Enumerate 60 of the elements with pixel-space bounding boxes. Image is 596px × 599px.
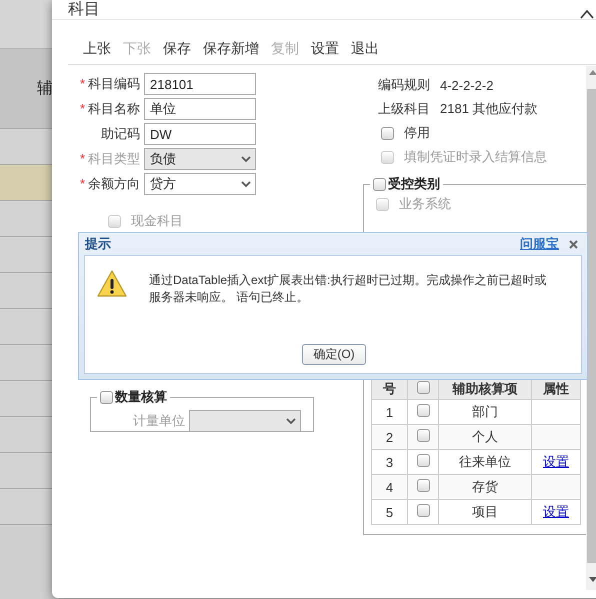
checkbox[interactable] [416, 429, 430, 442]
checkbox[interactable] [416, 479, 430, 492]
toolbar-button[interactable]: 保存新增 [203, 40, 259, 58]
fieldset-legend: 受控类别 [388, 175, 440, 193]
info-label: 上级科目 [378, 100, 430, 118]
column-header-text: 辅 [37, 79, 53, 99]
table-cell: 往来单位 [438, 450, 532, 474]
table-cell: 2 [372, 424, 408, 450]
checkbox-label: 停用 [404, 124, 430, 142]
warning-icon [97, 270, 127, 297]
select-field[interactable]: 贷方 [144, 173, 256, 195]
input-field[interactable]: DW [144, 123, 256, 145]
toolbar-button[interactable]: 设置 [311, 40, 339, 58]
table-cell: 1 [372, 400, 408, 424]
checkbox[interactable] [373, 178, 386, 190]
checkbox[interactable] [416, 504, 430, 517]
scrollbar[interactable] [586, 66, 596, 590]
chevron-down-icon [241, 156, 251, 162]
checkbox-label: 填制凭证时录入结算信息 [404, 148, 547, 166]
table-cell: 5 [372, 500, 408, 524]
field-label: 助记码 [100, 125, 141, 143]
info-value: 2181 其他应付款 [440, 100, 538, 118]
field-label: * 余额方向 [78, 175, 141, 193]
chevron-down-icon [241, 180, 251, 188]
toolbar-button[interactable]: 保存 [163, 40, 191, 58]
window-title: 科目 [68, 0, 100, 19]
input-field[interactable]: 218101 [144, 73, 256, 95]
alert-title: 提示 [85, 235, 111, 253]
alert-message: 通过DataTable插入ext扩展表出错:执行超时已过期。完成操作之前已超时或服务器未响应。 语句已终止。 [149, 272, 548, 306]
checkbox-label: 现金科目 [131, 212, 183, 230]
chevron-down-icon [286, 418, 296, 424]
table-cell: 项目 [438, 500, 532, 524]
column-header: 号 [372, 378, 408, 400]
table-cell: 个人 [438, 424, 532, 450]
table-cell: 部门 [438, 400, 532, 424]
fieldset-legend: 数量核算 [115, 388, 167, 406]
table-cell: 4 [372, 474, 408, 500]
checkbox[interactable] [100, 390, 113, 404]
field-label: * 科目编码 [78, 75, 141, 93]
ok-button[interactable]: 确定(O) [302, 344, 366, 365]
checkbox[interactable] [381, 126, 394, 140]
checkbox[interactable] [416, 381, 430, 394]
field-label: * 科目类型 [78, 150, 141, 168]
info-label: 编码规则 [378, 76, 430, 94]
scrollbar-thumb[interactable] [587, 89, 596, 563]
field-label: * 科目名称 [78, 100, 141, 118]
info-value: 4-2-2-2-2 [440, 78, 494, 92]
help-link[interactable]: 问服宝 [520, 235, 559, 253]
column-header: 辅助核算项 [438, 378, 532, 400]
checkbox[interactable] [416, 454, 430, 467]
checkbox[interactable] [416, 404, 430, 417]
toolbar-button[interactable]: 上张 [83, 40, 111, 58]
scroll-up-icon[interactable] [588, 70, 596, 75]
input-field[interactable]: 单位 [144, 98, 256, 120]
field-label: 计量单位 [132, 412, 186, 430]
checkbox-label: 业务系统 [399, 195, 451, 213]
table-cell: 存货 [438, 474, 532, 500]
table-cell: 3 [372, 450, 408, 474]
scroll-down-icon[interactable] [588, 577, 596, 582]
toolbar-button[interactable]: 退出 [351, 40, 379, 58]
